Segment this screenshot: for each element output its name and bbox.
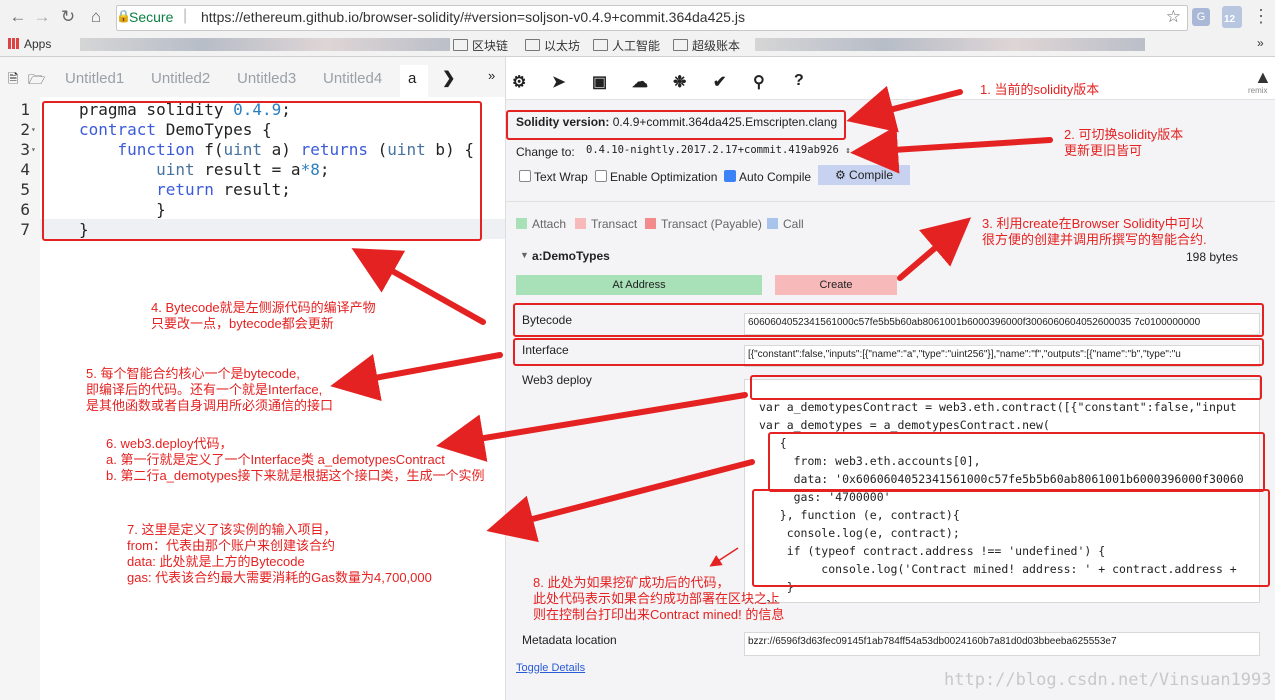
arrow-3 [897,217,972,281]
annotation-5: 5. 每个智能合约核心一个是bytecode, 即编译后的代码。还有一个就是In… [86,366,334,413]
arrow-1 [846,85,963,133]
annotation-4: 4. Bytecode就是左侧源代码的编译产物 只要改一点，bytecode都会… [151,300,376,331]
arrow-2 [850,125,1053,174]
arrow-5 [330,352,503,402]
annotation-2: 2. 可切换solidity版本 更新更旧皆可 [1064,127,1184,158]
arrow-8 [709,547,739,567]
annotation-7: 7. 这里是定义了该实例的输入项目， from：代表由那个账户来创建该合约 da… [127,522,432,585]
annotation-8: 8. 此处为如果挖矿成功后的代码， 此处代码表示如果合约成功部署在区块之上 则在… [533,575,785,622]
watermark: http://blog.csdn.net/Vinsuan1993 [944,670,1272,690]
arrow-6 [436,392,748,462]
annotation-6: 6. web3.deploy代码， a. 第一行就是定义了一个Interface… [106,436,485,483]
arrow-4 [351,248,486,325]
annotation-1: 1. 当前的solidity版本 [980,82,1100,97]
annotation-3: 3. 利用create在Browser Solidity中可以 很方便的创建并调… [982,216,1207,247]
arrow-7 [486,459,755,543]
